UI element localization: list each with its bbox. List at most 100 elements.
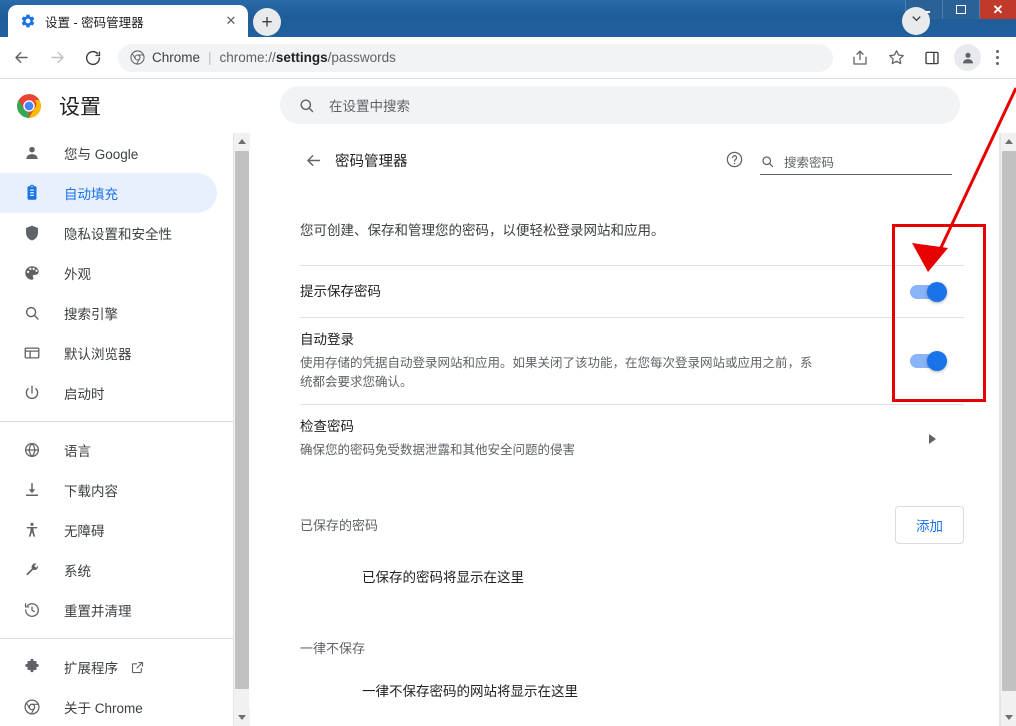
row-text: 提示保存密码 [300, 282, 964, 302]
saved-passwords-label: 已保存的密码 [300, 518, 379, 534]
sidebar-item-downloads[interactable]: 下载内容 [0, 470, 217, 510]
avatar[interactable] [954, 44, 981, 71]
row-text: 自动登录 使用存储的凭据自动登录网站和应用。如果关闭了该功能，在您每次登录网站或… [300, 330, 964, 392]
passwords-description: 您可创建、保存和管理您的密码，以便轻松登录网站和应用。 [300, 223, 665, 238]
sidebar-item-label: 启动时 [64, 387, 105, 402]
main-scroll-thumb[interactable] [1002, 151, 1016, 691]
password-search-input[interactable]: 搜索密码 [760, 149, 952, 175]
power-icon [22, 383, 42, 403]
star-icon[interactable] [881, 43, 911, 73]
main-scroll-down-icon[interactable] [1001, 709, 1016, 726]
row-offer-to-save-passwords[interactable]: 提示保存密码 [300, 265, 964, 317]
row-title: 自动登录 [300, 332, 354, 348]
sidebar-scroll-up-icon[interactable] [234, 133, 250, 150]
omnibox-brand: Chrome [152, 50, 201, 65]
saved-passwords-section: 已保存的密码 添加 [300, 472, 964, 544]
never-saved-empty-text: 一律不保存密码的网站将显示在这里 [362, 683, 578, 699]
download-icon [22, 480, 42, 500]
main-content: 密码管理器 搜索密码 您可创建、保存和管理您的密码，以便轻松登录网站和应用。 提… [250, 133, 1000, 726]
palette-icon [22, 263, 42, 283]
sidebar-item-label: 扩展程序 [64, 661, 118, 676]
sidebar-item-system[interactable]: 系统 [0, 550, 217, 590]
sidebar-item-about-chrome[interactable]: 关于 Chrome [0, 687, 217, 726]
sidebar-item-privacy-security[interactable]: 隐私设置和安全性 [0, 213, 217, 253]
sidebar-scrollbar[interactable] [233, 133, 250, 726]
sidebar-item-on-startup[interactable]: 启动时 [0, 373, 217, 413]
main-header: 密码管理器 搜索密码 [250, 133, 1000, 193]
sidebar-item-default-browser[interactable]: 默认浏览器 [0, 333, 217, 373]
sidebar-item-label: 下载内容 [64, 484, 118, 499]
saved-passwords-empty-text: 已保存的密码将显示在这里 [362, 569, 524, 585]
title-bar: ✕ 设置 - 密码管理器 ✕ + [0, 0, 1016, 37]
search-icon [298, 97, 315, 114]
search-icon [22, 303, 42, 323]
accessibility-icon [22, 520, 42, 540]
maximize-button[interactable] [942, 0, 979, 19]
chevron-right-icon[interactable] [929, 433, 936, 444]
sidebar-item-extensions[interactable]: 扩展程序 [0, 647, 217, 687]
password-search-placeholder: 搜索密码 [784, 156, 835, 170]
close-button[interactable]: ✕ [979, 0, 1016, 19]
row-title: 检查密码 [300, 419, 354, 435]
tab-title: 设置 - 密码管理器 [45, 15, 144, 30]
browser-window-icon [22, 343, 42, 363]
main-scroll-up-icon[interactable] [1001, 133, 1016, 150]
sidebar-item-label: 关于 Chrome [64, 701, 143, 716]
url-prefix: chrome:// [219, 50, 276, 65]
row-auto-signin[interactable]: 自动登录 使用存储的凭据自动登录网站和应用。如果关闭了该功能，在您每次登录网站或… [300, 317, 964, 404]
sidebar-item-appearance[interactable]: 外观 [0, 253, 217, 293]
sidebar-item-search-engine[interactable]: 搜索引擎 [0, 293, 217, 333]
forward-button[interactable] [42, 43, 72, 73]
main-page-title: 密码管理器 [335, 154, 408, 170]
sidebar-item-label: 语言 [64, 444, 91, 459]
sidebar-item-accessibility[interactable]: 无障碍 [0, 510, 217, 550]
sidebar-item-label: 系统 [64, 564, 91, 579]
sidebar-divider-1 [0, 421, 233, 422]
settings-sidebar: 您与 Google 自动填充 隐私设置和安全性 外观 搜索引擎 默认浏览器 启动… [0, 133, 233, 726]
row-check-passwords[interactable]: 检查密码 确保您的密码免受数据泄露和其他安全问题的侵害 [300, 404, 964, 472]
toggle-knob [927, 281, 947, 302]
chrome-icon [22, 697, 42, 717]
toolbar-right-icons [839, 43, 1016, 73]
add-password-button[interactable]: 添加 [895, 505, 964, 544]
settings-search-input[interactable]: 在设置中搜索 [280, 86, 960, 124]
back-button[interactable] [6, 43, 36, 73]
side-panel-icon[interactable] [917, 43, 947, 73]
sidebar-item-label: 外观 [64, 267, 91, 282]
search-icon [760, 154, 775, 169]
reload-button[interactable] [78, 43, 108, 73]
sidebar-scroll-down-icon[interactable] [234, 709, 250, 726]
chrome-logo [16, 93, 42, 119]
globe-icon [22, 440, 42, 460]
save-password-toggle[interactable] [910, 281, 947, 302]
three-dots-icon[interactable] [984, 43, 1010, 73]
auto-signin-toggle[interactable] [910, 351, 947, 372]
share-icon[interactable] [845, 43, 875, 73]
sidebar-item-languages[interactable]: 语言 [0, 430, 217, 470]
url-bold: settings [275, 50, 328, 65]
sidebar-divider-2 [0, 638, 233, 639]
row-subtitle: 确保您的密码免受数据泄露和其他安全问题的侵害 [300, 442, 576, 457]
close-icon: ✕ [992, 2, 1004, 17]
url-suffix: /passwords [327, 50, 396, 65]
new-tab-button[interactable]: + [253, 8, 281, 36]
person-icon [22, 143, 42, 163]
main-scrollbar[interactable] [1000, 133, 1016, 726]
sidebar-item-label: 搜索引擎 [64, 307, 118, 322]
browser-tab[interactable]: 设置 - 密码管理器 ✕ [8, 5, 248, 37]
clipboard-icon [22, 183, 42, 203]
back-arrow-icon[interactable] [300, 147, 326, 173]
wrench-icon [22, 560, 42, 580]
gear-icon [20, 13, 36, 29]
sidebar-item-you-and-google[interactable]: 您与 Google [0, 133, 217, 173]
row-text: 检查密码 确保您的密码免受数据泄露和其他安全问题的侵害 [300, 417, 964, 460]
help-circle-icon[interactable] [722, 147, 746, 171]
sidebar-item-autofill[interactable]: 自动填充 [0, 173, 217, 213]
sidebar-item-reset-cleanup[interactable]: 重置并清理 [0, 590, 217, 630]
address-bar[interactable]: Chrome | chrome://settings/passwords [118, 43, 833, 72]
chevron-down-icon [909, 11, 924, 31]
tab-close-icon[interactable]: ✕ [222, 12, 240, 30]
chrome-icon [130, 50, 145, 65]
sidebar-scroll-thumb[interactable] [235, 151, 249, 689]
tab-search-button[interactable] [902, 7, 930, 35]
